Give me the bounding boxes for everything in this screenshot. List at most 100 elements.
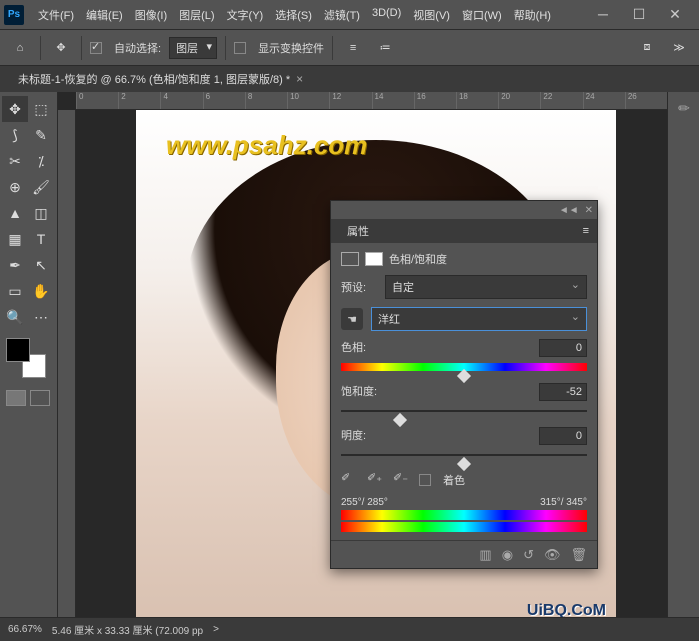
align-icon-2[interactable]: ≔: [373, 36, 397, 60]
main-menu: 文件(F) 编辑(E) 图像(I) 图层(L) 文字(Y) 选择(S) 滤镜(T…: [32, 3, 557, 27]
hue-slider[interactable]: [341, 361, 587, 373]
eyedropper-add-icon[interactable]: ✐₊: [367, 471, 385, 489]
mask-icon: [365, 252, 383, 266]
panel-header[interactable]: ◄◄ ✕: [331, 201, 597, 219]
edit-toolbar-icon[interactable]: ✏: [672, 96, 696, 120]
range-left: 255°/ 285°: [341, 497, 388, 508]
colorize-checkbox[interactable]: [419, 474, 431, 486]
menu-select[interactable]: 选择(S): [269, 3, 318, 27]
3d-mode-icon[interactable]: ⧈: [635, 36, 659, 60]
type-tool[interactable]: T: [28, 226, 54, 252]
reset-icon[interactable]: ↺: [523, 547, 534, 563]
align-icon[interactable]: ≡: [341, 36, 365, 60]
toggle-visibility-icon[interactable]: 👁: [544, 547, 561, 563]
ruler-vertical: [58, 110, 76, 617]
menu-file[interactable]: 文件(F): [32, 3, 80, 27]
standard-mode[interactable]: [6, 390, 26, 406]
lasso-tool[interactable]: ⟆: [2, 122, 28, 148]
watermark-psahz: www.psahz.com: [166, 130, 367, 161]
window-controls: ─ ☐ ✕: [591, 6, 695, 23]
panel-menu-icon[interactable]: ≡: [583, 225, 589, 237]
panel-footer: ▥ ◉ ↺ 👁 🗑: [331, 540, 597, 568]
menu-help[interactable]: 帮助(H): [508, 3, 557, 27]
saturation-slider[interactable]: [341, 405, 587, 417]
color-swatches[interactable]: [6, 338, 46, 378]
menu-image[interactable]: 图像(I): [129, 3, 173, 27]
menu-view[interactable]: 视图(V): [407, 3, 456, 27]
options-bar: ⌂ ✥ 自动选择: 图层 显示变换控件 ≡ ≔ ⧈ ≫: [0, 30, 699, 66]
menu-type[interactable]: 文字(Y): [221, 3, 270, 27]
adjustment-icon: [341, 252, 359, 266]
menu-edit[interactable]: 编辑(E): [80, 3, 129, 27]
properties-tab[interactable]: 属性: [339, 219, 377, 243]
ruler-horizontal: 02468101214161820222426: [76, 92, 667, 110]
crop-tool[interactable]: ✂: [2, 148, 28, 174]
move-tool-icon[interactable]: ✥: [49, 36, 73, 60]
lightness-slider[interactable]: [341, 449, 587, 461]
preset-label: 预设:: [341, 279, 377, 295]
eraser-tool[interactable]: ◫: [28, 200, 54, 226]
panel-close-icon[interactable]: ✕: [585, 205, 593, 216]
range-right: 315°/ 345°: [540, 497, 587, 508]
lightness-value[interactable]: 0: [539, 427, 587, 445]
show-transform-checkbox[interactable]: [234, 42, 246, 54]
clip-to-layer-icon[interactable]: ▥: [479, 547, 491, 563]
path-select-tool[interactable]: ↖: [28, 252, 54, 278]
menu-window[interactable]: 窗口(W): [456, 3, 508, 27]
color-range-bar-top[interactable]: [341, 510, 587, 520]
document-tab[interactable]: 未标题-1-恢复的 @ 66.7% (色相/饱和度 1, 图层蒙版/8) * ×: [10, 67, 311, 91]
colorize-label: 着色: [443, 472, 465, 488]
panel-collapse-icon[interactable]: ◄◄: [559, 205, 579, 216]
targeted-adjust-icon[interactable]: ☚: [341, 308, 363, 330]
healing-tool[interactable]: ⊕: [2, 174, 28, 200]
quick-mask-mode[interactable]: [30, 390, 50, 406]
panel-body: 色相/饱和度 预设: 自定 ☚ 洋红 色相: 0 饱和度: -52: [331, 243, 597, 540]
view-previous-icon[interactable]: ◉: [502, 547, 513, 563]
zoom-tool[interactable]: 🔍: [2, 304, 28, 330]
color-range-bar-bottom[interactable]: [341, 522, 587, 532]
home-icon[interactable]: ⌂: [8, 36, 32, 60]
brush-tool[interactable]: 🖌: [28, 174, 54, 200]
tab-close-icon[interactable]: ×: [296, 72, 303, 86]
shape-tool[interactable]: ▭: [2, 278, 28, 304]
hue-label: 色相:: [341, 339, 366, 357]
lightness-label: 明度:: [341, 427, 366, 445]
stamp-tool[interactable]: ▲: [2, 200, 28, 226]
marquee-tool[interactable]: ⬚: [28, 96, 54, 122]
auto-select-checkbox[interactable]: [90, 42, 102, 54]
show-transform-label: 显示变换控件: [258, 40, 324, 56]
quick-select-tool[interactable]: ✎: [28, 122, 54, 148]
document-tab-bar: 未标题-1-恢复的 @ 66.7% (色相/饱和度 1, 图层蒙版/8) * ×: [0, 66, 699, 92]
eyedropper-tool[interactable]: ⁒: [28, 148, 54, 174]
more-tools[interactable]: ⋯: [28, 304, 54, 330]
channel-select[interactable]: 洋红: [371, 307, 587, 331]
minimize-button[interactable]: ─: [591, 6, 615, 23]
zoom-level[interactable]: 66.67%: [8, 624, 42, 635]
trash-icon[interactable]: 🗑: [570, 547, 587, 563]
eyedropper-icon[interactable]: ✐: [341, 471, 359, 489]
auto-select-target[interactable]: 图层: [169, 37, 217, 59]
gradient-tool[interactable]: ▦: [2, 226, 28, 252]
app-logo: Ps: [4, 5, 24, 25]
auto-select-label: 自动选择:: [114, 40, 161, 56]
hue-value[interactable]: 0: [539, 339, 587, 357]
move-tool[interactable]: ✥: [2, 96, 28, 122]
foreground-swatch[interactable]: [6, 338, 30, 362]
adjustment-type-label: 色相/饱和度: [389, 251, 447, 267]
maximize-button[interactable]: ☐: [627, 6, 651, 23]
title-bar: Ps 文件(F) 编辑(E) 图像(I) 图层(L) 文字(Y) 选择(S) 滤…: [0, 0, 699, 30]
overflow-icon[interactable]: ≫: [667, 36, 691, 60]
menu-3d[interactable]: 3D(D): [366, 3, 407, 27]
menu-layer[interactable]: 图层(L): [173, 3, 220, 27]
menu-filter[interactable]: 滤镜(T): [318, 3, 366, 27]
status-arrow-icon[interactable]: >: [213, 624, 219, 635]
saturation-value[interactable]: -52: [539, 383, 587, 401]
doc-dimensions: 5.46 厘米 x 33.33 厘米 (72.009 pp: [52, 622, 203, 637]
hand-tool[interactable]: ✋: [28, 278, 54, 304]
toolbox: ✥⬚ ⟆✎ ✂⁒ ⊕🖌 ▲◫ ▦T ✒↖ ▭✋ 🔍⋯: [0, 92, 58, 617]
properties-panel[interactable]: ◄◄ ✕ 属性 ≡ 色相/饱和度 预设: 自定 ☚ 洋红 色相: 0: [330, 200, 598, 569]
close-button[interactable]: ✕: [663, 6, 687, 23]
preset-select[interactable]: 自定: [385, 275, 587, 299]
pen-tool[interactable]: ✒: [2, 252, 28, 278]
eyedropper-sub-icon[interactable]: ✐₋: [393, 471, 411, 489]
